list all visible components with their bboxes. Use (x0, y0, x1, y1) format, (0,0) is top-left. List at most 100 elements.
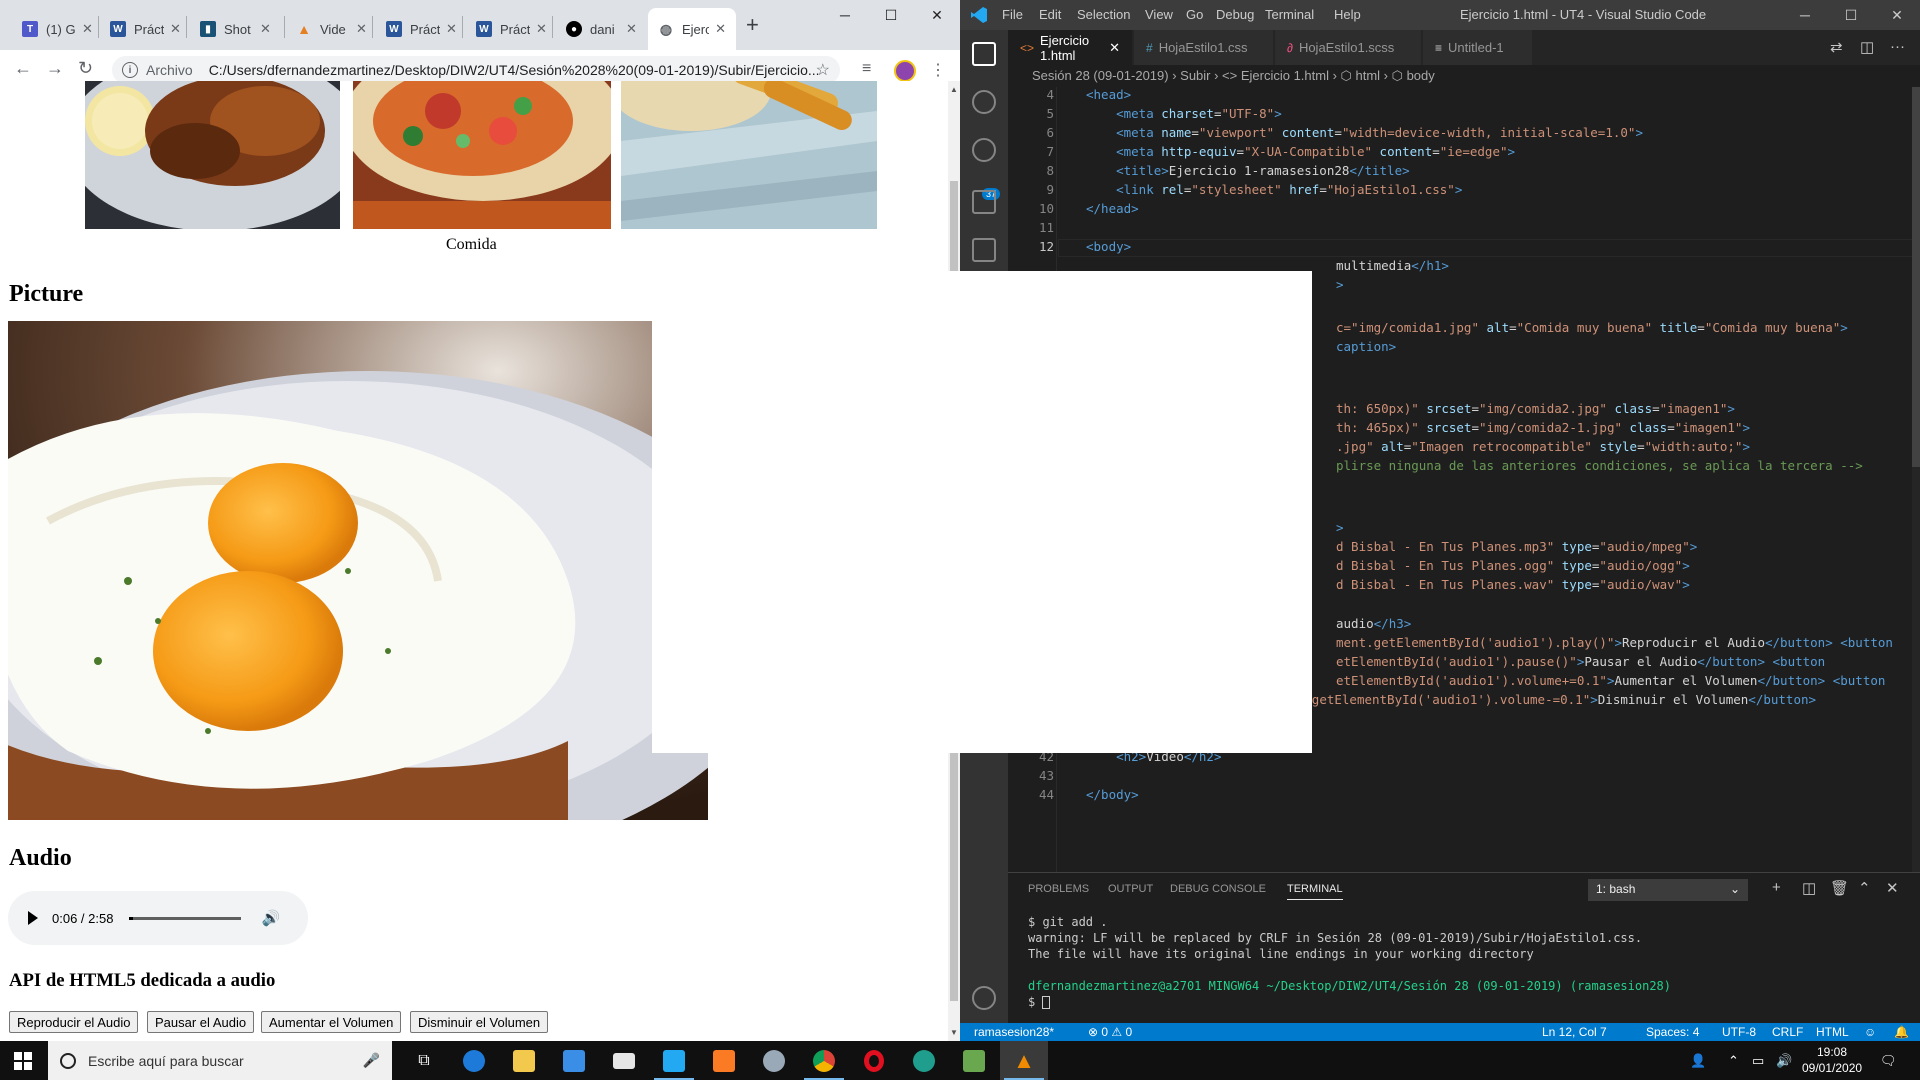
browser-tab[interactable]: ▮ Shot ✕ (190, 8, 281, 50)
taskbar-search[interactable]: Escribe aquí para buscar 🎤 (48, 1041, 392, 1080)
address-bar[interactable]: i Archivo C:/Users/dfernandezmartinez/De… (112, 56, 840, 84)
microphone-icon[interactable]: 🎤 (363, 1052, 380, 1069)
feedback-icon[interactable]: ☺ (1864, 1025, 1876, 1039)
browser-tab[interactable]: W Práct ✕ (376, 8, 467, 50)
menu-go[interactable]: Go (1186, 7, 1203, 22)
xampp-icon[interactable] (700, 1041, 748, 1080)
more-actions-icon[interactable]: ··· (1890, 38, 1905, 55)
menu-help[interactable]: Help (1334, 7, 1361, 22)
tab-hojaestilo-css[interactable]: # HojaEstilo1.css (1134, 30, 1274, 65)
mail-icon[interactable] (600, 1041, 648, 1080)
maximize-panel-icon[interactable]: ⌃ (1858, 879, 1871, 897)
menu-edit[interactable]: Edit (1039, 7, 1061, 22)
file-explorer-icon[interactable] (500, 1041, 548, 1080)
split-editor-icon[interactable]: ◫ (1860, 38, 1874, 56)
gear-icon[interactable] (972, 986, 996, 1010)
browser-tab[interactable]: W Práct ✕ (100, 8, 191, 50)
problems-status[interactable]: ⊗ 0 ⚠ 0 (1088, 1025, 1132, 1039)
encoding-status[interactable]: UTF-8 (1722, 1025, 1756, 1039)
reload-icon[interactable]: ↻ (78, 58, 93, 79)
branch-status[interactable]: ramasesion28* (974, 1025, 1054, 1039)
network-icon[interactable]: ▭ (1752, 1053, 1764, 1069)
volume-down-button[interactable]: Disminuir el Volumen (410, 1011, 549, 1033)
close-icon[interactable]: ✕ (536, 21, 547, 37)
volume-icon[interactable]: 🔊 (1776, 1053, 1792, 1069)
search-icon[interactable] (972, 90, 996, 114)
volume-icon[interactable]: 🔊 (261, 909, 280, 927)
clock[interactable]: 19:08 09/01/2020 (1802, 1044, 1862, 1076)
browser-tab[interactable]: ● dani ✕ (556, 8, 647, 50)
tab-untitled[interactable]: ≡ Untitled-1 (1423, 30, 1533, 65)
menu-selection[interactable]: Selection (1077, 7, 1130, 22)
back-icon[interactable]: ← (14, 58, 32, 79)
vscode-taskbar-icon[interactable] (650, 1041, 698, 1080)
people-icon[interactable]: 👤 (1690, 1053, 1706, 1069)
browser-tab[interactable]: W Práct ✕ (466, 8, 557, 50)
terminal-selector[interactable]: 1: bash ⌄ (1588, 879, 1748, 901)
close-icon[interactable]: ✕ (626, 21, 637, 37)
play-audio-button[interactable]: Reproducir el Audio (9, 1011, 139, 1033)
tab-hojaestilo-scss[interactable]: ∂ HojaEstilo1.scss (1275, 30, 1422, 65)
close-icon[interactable]: ✕ (1109, 40, 1120, 56)
info-icon[interactable]: i (122, 62, 138, 78)
tab-terminal[interactable]: TERMINAL (1287, 883, 1343, 900)
notifications-icon[interactable]: 🗨 (1880, 1053, 1897, 1069)
windows-start-icon[interactable] (14, 1052, 32, 1070)
menu-debug[interactable]: Debug (1216, 7, 1254, 22)
tab-problems[interactable]: PROBLEMS (1028, 883, 1089, 895)
new-tab-button[interactable]: + (746, 12, 759, 38)
menu-view[interactable]: View (1145, 7, 1173, 22)
paint-icon[interactable] (750, 1041, 798, 1080)
minimize-button[interactable]: ─ (1782, 0, 1828, 30)
tab-ejercicio-html[interactable]: <> Ejercicio 1.html ✕ (1008, 30, 1133, 65)
media-control-icon[interactable]: ≡ (862, 60, 871, 78)
menu-kebab-icon[interactable]: ⋮ (930, 60, 946, 80)
add-terminal-icon[interactable]: + (1772, 879, 1781, 896)
git-gui-icon[interactable] (950, 1041, 998, 1080)
volume-up-button[interactable]: Aumentar el Volumen (261, 1011, 402, 1033)
close-icon[interactable]: ✕ (260, 21, 271, 37)
tab-debug-console[interactable]: DEBUG CONSOLE (1170, 883, 1266, 895)
play-icon[interactable] (28, 911, 38, 925)
audio-player[interactable]: 0:06 / 2:58 🔊 (8, 891, 308, 945)
indentation-status[interactable]: Spaces: 4 (1646, 1025, 1699, 1039)
browser-tab[interactable]: ▲ Vide ✕ (286, 8, 377, 50)
maximize-button[interactable]: ☐ (1828, 0, 1874, 30)
browser-tab[interactable]: T (1) G ✕ (12, 8, 103, 50)
task-view-icon[interactable]: ⧉ (400, 1041, 448, 1080)
source-control-icon[interactable] (972, 138, 996, 162)
bookmark-star-icon[interactable]: ☆ (816, 60, 830, 80)
terminal-input[interactable]: $ (1028, 995, 1051, 1009)
language-status[interactable]: HTML (1816, 1025, 1849, 1039)
edge-dev-icon[interactable] (900, 1041, 948, 1080)
maximize-button[interactable]: ☐ (868, 0, 914, 30)
close-window-button[interactable]: ✕ (1874, 0, 1920, 30)
close-icon[interactable]: ✕ (82, 21, 93, 37)
forward-icon[interactable]: → (46, 58, 64, 79)
close-icon[interactable]: ✕ (715, 21, 726, 37)
eol-status[interactable]: CRLF (1772, 1025, 1803, 1039)
debug-icon[interactable] (972, 190, 996, 214)
pause-audio-button[interactable]: Pausar el Audio (147, 1011, 255, 1033)
menu-terminal[interactable]: Terminal (1265, 7, 1314, 22)
editor-scrollbar[interactable] (1912, 87, 1920, 872)
close-icon[interactable]: ✕ (356, 21, 367, 37)
compare-icon[interactable]: ⇄ (1830, 38, 1843, 56)
vlc-taskbar-icon[interactable]: ▲ (1000, 1041, 1048, 1080)
close-panel-icon[interactable]: ✕ (1886, 879, 1899, 897)
tab-output[interactable]: OUTPUT (1108, 883, 1153, 895)
chrome-taskbar-icon[interactable] (800, 1041, 848, 1080)
cursor-position[interactable]: Ln 12, Col 7 (1542, 1025, 1607, 1039)
close-window-button[interactable]: ✕ (914, 0, 960, 30)
minimize-button[interactable]: ─ (822, 0, 868, 30)
avatar[interactable] (894, 60, 916, 82)
extensions-icon[interactable] (972, 238, 996, 262)
trash-icon[interactable]: 🗑 (1830, 879, 1849, 897)
browser-tab-active[interactable]: ◍ Ejerc ✕ (648, 8, 736, 50)
close-icon[interactable]: ✕ (170, 21, 181, 37)
bell-icon[interactable]: 🔔 (1894, 1025, 1909, 1039)
split-terminal-icon[interactable]: ◫ (1802, 879, 1816, 897)
close-icon[interactable]: ✕ (446, 21, 457, 37)
store-icon[interactable] (550, 1041, 598, 1080)
audio-seek-bar[interactable] (129, 916, 242, 920)
